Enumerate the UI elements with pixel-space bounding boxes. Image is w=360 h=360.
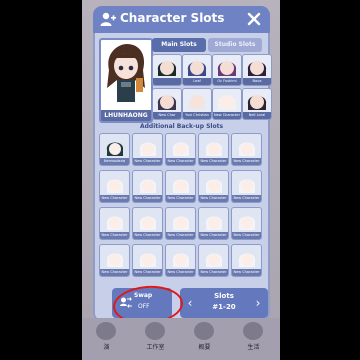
character-face — [106, 179, 124, 193]
character-face — [205, 179, 223, 193]
main-slot[interactable]: New Character — [212, 88, 242, 120]
nav-icon — [194, 322, 214, 340]
character-face — [106, 253, 124, 267]
backup-slot[interactable]: New Character — [231, 170, 262, 203]
main-slot[interactable]: Yuvi Christian — [182, 88, 212, 120]
close-icon[interactable] — [246, 11, 262, 27]
main-slot[interactable] — [152, 54, 182, 86]
main-slot[interactable]: Oc Fushimi — [212, 54, 242, 86]
character-portrait — [107, 44, 145, 102]
panel-title: Character Slots — [120, 11, 225, 25]
nav-icon — [145, 322, 165, 340]
backup-slot[interactable]: New Character — [165, 207, 196, 240]
backup-slot[interactable]: New Character — [132, 207, 163, 240]
character-face — [205, 142, 223, 156]
character-face — [238, 216, 256, 230]
backup-slot[interactable]: New Character — [165, 133, 196, 166]
nav-icon — [243, 322, 263, 340]
character-face — [172, 179, 190, 193]
backup-slot[interactable]: New Character — [231, 207, 262, 240]
character-face — [106, 216, 124, 230]
character-face — [205, 216, 223, 230]
backup-slot[interactable]: New Character — [132, 244, 163, 277]
character-face — [139, 216, 157, 230]
nav-item-1[interactable]: 演 — [82, 318, 131, 360]
character-face — [139, 179, 157, 193]
backup-slot[interactable]: New Character — [198, 170, 229, 203]
nav-item-4[interactable]: 生活 — [229, 318, 278, 360]
character-face — [172, 142, 190, 156]
slots-pager: ‹ Slots #1-20 › — [180, 288, 268, 318]
current-character-name: LHUNHAONG — [101, 110, 151, 121]
backup-slot[interactable]: New Character — [198, 133, 229, 166]
backup-slot[interactable]: New Character — [198, 244, 229, 277]
backup-slot[interactable]: Nerrosolaria — [99, 133, 130, 166]
backup-slot[interactable]: New Character — [165, 170, 196, 203]
add-user-icon — [100, 12, 116, 26]
character-face — [139, 253, 157, 267]
backup-slot[interactable]: New Character — [132, 170, 163, 203]
character-face — [238, 142, 256, 156]
backup-slot[interactable]: New Character — [165, 244, 196, 277]
current-character-preview[interactable]: LHUNHAONG — [99, 38, 153, 123]
character-face — [172, 253, 190, 267]
character-face — [238, 253, 256, 267]
backup-slots-title: Additional Back-up Slots — [139, 123, 224, 130]
backup-slot[interactable]: New Character — [231, 244, 262, 277]
nav-icon — [96, 322, 116, 340]
nav-item-2[interactable]: 工作室 — [131, 318, 180, 360]
character-face — [205, 253, 223, 267]
nav-item-3[interactable]: 概要 — [180, 318, 229, 360]
character-face — [139, 142, 157, 156]
backup-slot[interactable]: New Character — [99, 170, 130, 203]
bottom-navigation: 演 工作室 概要 生活 — [82, 318, 280, 360]
backup-slot[interactable]: New Character — [99, 207, 130, 240]
main-slot[interactable]: New Char — [152, 88, 182, 120]
character-face — [172, 216, 190, 230]
main-slot[interactable]: Leaf — [182, 54, 212, 86]
tab-studio-slots[interactable]: Studio Slots — [208, 38, 262, 52]
panel-header: Character Slots — [93, 6, 270, 33]
character-face — [106, 142, 124, 156]
app-frame: Character Slots LHUNHAONG Main Slots Stu… — [82, 0, 280, 360]
tab-main-slots[interactable]: Main Slots — [152, 38, 206, 52]
backup-slot[interactable]: New Character — [132, 133, 163, 166]
backup-slot[interactable]: New Character — [198, 207, 229, 240]
main-slot[interactable]: Nova — [242, 54, 272, 86]
backup-slot[interactable]: New Character — [231, 133, 262, 166]
chevron-right-icon[interactable]: › — [252, 296, 264, 310]
character-slots-panel: Character Slots LHUNHAONG Main Slots Stu… — [93, 6, 272, 327]
character-face — [238, 179, 256, 193]
main-slot[interactable]: Nell Loral — [242, 88, 272, 120]
backup-slot[interactable]: New Character — [99, 244, 130, 277]
